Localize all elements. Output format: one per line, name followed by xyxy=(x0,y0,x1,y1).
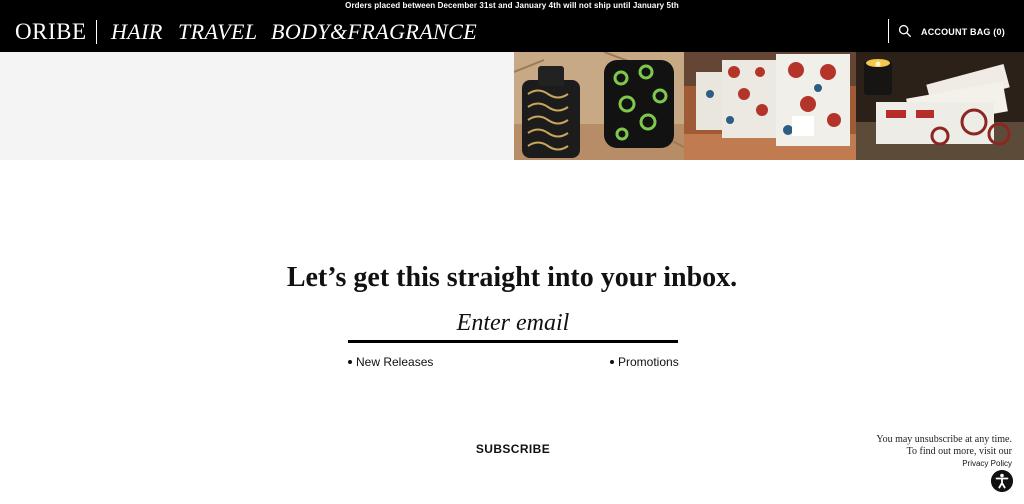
option-promotions[interactable]: Promotions xyxy=(610,355,679,369)
logo-divider xyxy=(96,20,97,44)
candle-gift-photo[interactable] xyxy=(856,52,1024,160)
email-input[interactable] xyxy=(348,306,678,340)
option-new-releases[interactable]: New Releases xyxy=(348,355,433,369)
bag-link[interactable]: BAG (0) xyxy=(970,26,1005,38)
gift-boxes-photo[interactable] xyxy=(684,52,856,160)
email-underline xyxy=(348,340,678,343)
account-link[interactable]: ACCOUNT xyxy=(921,26,967,38)
oribe-logo[interactable]: ORIBE xyxy=(15,19,87,45)
nav-item-travel[interactable]: TRAVEL xyxy=(178,19,258,45)
nav-item-hair[interactable]: HAIR xyxy=(111,19,163,45)
announcement-bar: Orders placed between December 31st and … xyxy=(0,0,1024,12)
bullet-icon xyxy=(348,359,352,364)
legal-notice: You may unsubscribe at any time. To find… xyxy=(822,434,1012,470)
privacy-text: To find out more, visit our xyxy=(906,446,1012,457)
unsubscribe-text: You may unsubscribe at any time. xyxy=(876,434,1012,445)
product-bottles-photo[interactable] xyxy=(514,52,684,160)
newsletter-headline: Let’s get this straight into your inbox. xyxy=(286,262,738,293)
accessibility-icon[interactable] xyxy=(991,470,1013,492)
nav-item-body-fragrance[interactable]: BODY&FRAGRANCE xyxy=(271,19,477,45)
subscribe-button[interactable]: SUBSCRIBE xyxy=(456,440,570,458)
privacy-policy-link[interactable]: Privacy Policy xyxy=(822,458,1012,470)
search-icon[interactable] xyxy=(898,24,912,38)
email-field xyxy=(348,306,678,344)
option-label: New Releases xyxy=(356,355,434,369)
nav-divider xyxy=(888,19,889,43)
bullet-icon xyxy=(610,359,614,364)
option-label: Promotions xyxy=(618,355,679,369)
site-header: ORIBE HAIR TRAVEL BODY&FRAGRANCE ACCOUNT… xyxy=(0,12,1024,52)
hero-blank-panel xyxy=(0,52,514,160)
